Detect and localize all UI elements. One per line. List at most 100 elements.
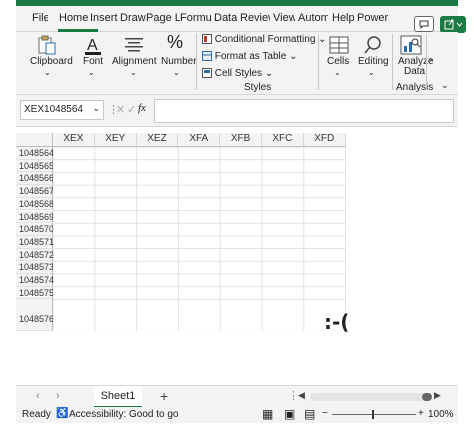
accessibility-status[interactable]: Accessibility: Good to go: [69, 409, 179, 420]
tab-review[interactable]: Review: [240, 12, 270, 24]
row-header[interactable]: 1048565: [16, 159, 54, 173]
sheet-tab-sheet1[interactable]: Sheet1: [94, 386, 142, 408]
enter-icon[interactable]: ✓: [127, 103, 136, 116]
align-icon: [125, 38, 143, 52]
tab-data[interactable]: Data: [214, 12, 238, 24]
zoom-in-icon[interactable]: +: [418, 408, 424, 419]
row-header[interactable]: 1048566: [16, 172, 54, 186]
number-button[interactable]: % Number ⌄: [159, 32, 197, 95]
font-button[interactable]: A Font ⌄: [78, 32, 108, 95]
accessibility-icon: ♿: [56, 408, 69, 419]
chevron-down-icon: ⌄: [130, 68, 137, 77]
select-all-corner[interactable]: [16, 133, 53, 147]
column-header[interactable]: XFC: [262, 133, 304, 147]
chevron-down-icon: ⌄: [88, 68, 95, 77]
format-as-table-button[interactable]: Format as Table ⌄: [202, 51, 297, 62]
chevron-down-icon: ⌄: [264, 68, 274, 79]
row-header[interactable]: 1048572: [16, 248, 54, 262]
styles-group-label: Styles: [244, 82, 272, 93]
conditional-formatting-button[interactable]: Conditional Formatting ⌄: [202, 34, 327, 45]
number-label: Number: [161, 56, 197, 67]
conditional-formatting-label: Conditional Formatting: [214, 34, 316, 45]
formula-bar: XEX1048564 ⌄ ⋮ ✕ ✓ fx: [16, 95, 458, 127]
editing-label: Editing: [358, 56, 389, 67]
divider: [426, 34, 427, 90]
zoom-out-icon[interactable]: −: [322, 408, 328, 419]
tab-insert[interactable]: Insert: [90, 12, 120, 24]
zoom-level[interactable]: 100%: [428, 409, 454, 420]
tab-file[interactable]: File: [32, 12, 48, 24]
formula-input[interactable]: [154, 99, 454, 123]
hscroll-right-icon[interactable]: ▶: [434, 390, 441, 401]
worksheet: XEX XEY XEZ XFA XFB XFC XFD 1048564 1048565 1048…: [16, 127, 458, 385]
scroll-left-icon[interactable]: ‹: [36, 390, 40, 402]
tab-help[interactable]: Help: [332, 12, 354, 24]
zoom-slider[interactable]: [332, 410, 416, 419]
cells-label: Cells: [327, 56, 350, 67]
tab-draw[interactable]: Draw: [120, 12, 146, 24]
tab-power[interactable]: Power F: [357, 12, 391, 24]
row-header[interactable]: 1048564: [16, 147, 54, 160]
column-header[interactable]: XEZ: [136, 133, 179, 147]
chevron-down-icon: ⌄: [368, 68, 375, 77]
page-break-icon[interactable]: ▤: [304, 407, 315, 421]
cell-content[interactable]: :-(: [324, 310, 349, 334]
column-header[interactable]: XEY: [94, 133, 137, 147]
analysis-group-label: Analysis: [396, 82, 434, 93]
font-label: Font: [83, 56, 104, 67]
cell-grid[interactable]: [53, 147, 346, 332]
cell-styles-icon: [202, 68, 212, 79]
row-header[interactable]: 1048567: [16, 185, 54, 198]
tab-view[interactable]: View: [273, 12, 295, 24]
share-button[interactable]: [440, 16, 466, 33]
alignment-button[interactable]: Alignment ⌄: [112, 32, 156, 95]
editing-button[interactable]: Editing ⌄: [356, 32, 390, 95]
tab-home[interactable]: Home: [59, 12, 91, 24]
column-header[interactable]: XFB: [220, 133, 262, 147]
chevron-down-icon[interactable]: ⌄: [92, 103, 100, 114]
status-bar: Ready ♿ Accessibility: Good to go ▦ ▣ ▤ …: [16, 407, 458, 423]
cells-button[interactable]: Cells ⌄: [322, 32, 356, 95]
comments-button[interactable]: [414, 16, 434, 32]
divider: [196, 34, 197, 90]
row-header[interactable]: 1048568: [16, 197, 54, 211]
column-header[interactable]: XFD: [303, 133, 346, 147]
row-header[interactable]: 1048575: [16, 286, 54, 300]
analyze-data-icon: [400, 35, 422, 55]
svg-text:A: A: [87, 37, 98, 54]
row-header[interactable]: 1048569: [16, 210, 54, 224]
row-header[interactable]: 1048576: [16, 299, 54, 332]
tab-formulas[interactable]: Formula: [180, 12, 212, 24]
row-header[interactable]: 1048573: [16, 261, 54, 274]
search-icon: [364, 36, 381, 54]
row-header[interactable]: 1048570: [16, 223, 54, 236]
page-layout-icon[interactable]: ▣: [284, 407, 295, 421]
name-box[interactable]: XEX1048564 ⌄: [20, 100, 104, 120]
comment-icon: [419, 20, 429, 30]
row-header[interactable]: 1048574: [16, 274, 54, 287]
table-icon: [202, 51, 212, 62]
clipboard-label: Clipboard: [30, 56, 73, 67]
font-icon: A: [85, 37, 101, 55]
normal-view-icon[interactable]: ▦: [262, 407, 273, 421]
column-header[interactable]: XFA: [178, 133, 221, 147]
column-header[interactable]: XEX: [53, 133, 95, 147]
tab-automate[interactable]: Automa: [298, 12, 328, 24]
ribbon-scroll-right-icon[interactable]: ›: [429, 54, 432, 64]
percent-icon: %: [167, 32, 184, 52]
collapse-ribbon-icon[interactable]: ⌄: [441, 80, 449, 91]
cell-styles-button[interactable]: Cell Styles ⌄: [202, 68, 273, 79]
tab-page-layout[interactable]: Page La: [146, 12, 180, 24]
clipboard-button[interactable]: Clipboard ⌄: [26, 32, 73, 95]
row-header[interactable]: 1048571: [16, 235, 54, 249]
scroll-right-icon[interactable]: ›: [56, 390, 60, 402]
cancel-icon[interactable]: ✕: [116, 103, 125, 116]
chevron-down-icon: ⌄: [173, 68, 180, 77]
ribbon: Clipboard ⌄ A Font ⌄ Alignment ⌄ % Numbe…: [16, 32, 458, 95]
add-sheet-icon[interactable]: +: [160, 388, 168, 404]
horizontal-scroll-thumb[interactable]: [422, 393, 432, 401]
zoom-slider-thumb[interactable]: [372, 410, 374, 419]
hscroll-left-icon[interactable]: ◀: [298, 390, 305, 401]
insert-function-button[interactable]: fx: [138, 102, 146, 114]
horizontal-scrollbar[interactable]: [310, 393, 432, 401]
